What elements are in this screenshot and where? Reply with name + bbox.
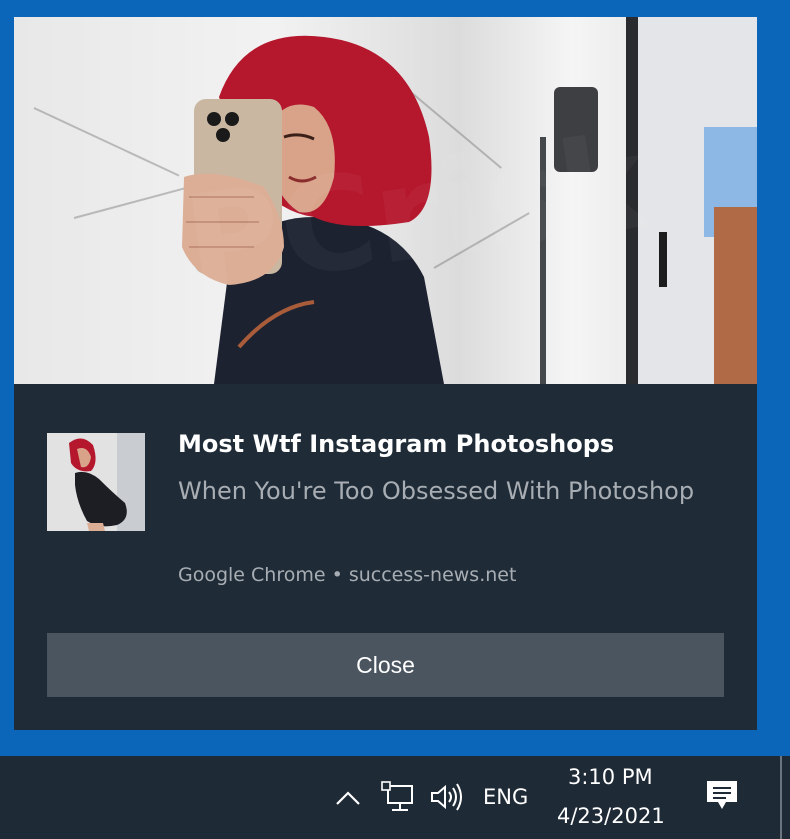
selfie-photo	[182, 17, 757, 384]
network-icon[interactable]	[378, 776, 418, 818]
hero-image[interactable]: PCrisk	[14, 17, 757, 384]
input-language[interactable]: ENG	[483, 785, 528, 809]
action-center-icon[interactable]	[700, 774, 744, 818]
clock-time[interactable]: 3:10 PM	[568, 765, 653, 789]
show-desktop-button[interactable]	[780, 756, 782, 839]
chevron-up-icon[interactable]	[330, 778, 366, 818]
notification-thumbnail	[47, 433, 145, 531]
clock-date[interactable]: 4/23/2021	[557, 804, 665, 828]
close-button[interactable]: Close	[47, 633, 724, 697]
notification-body: When You're Too Obsessed With Photoshop	[178, 477, 695, 505]
notification-toast[interactable]: PCrisk Most Wtf Instagram Photoshops Whe…	[14, 17, 757, 730]
notification-title: Most Wtf Instagram Photoshops	[178, 430, 615, 458]
notification-attribution: Google Chrome • success-news.net	[178, 564, 517, 586]
notification-content[interactable]: Most Wtf Instagram Photoshops When You'r…	[14, 384, 757, 730]
volume-icon[interactable]	[426, 776, 466, 818]
taskbar: ENG 3:10 PM 4/23/2021	[0, 756, 790, 839]
